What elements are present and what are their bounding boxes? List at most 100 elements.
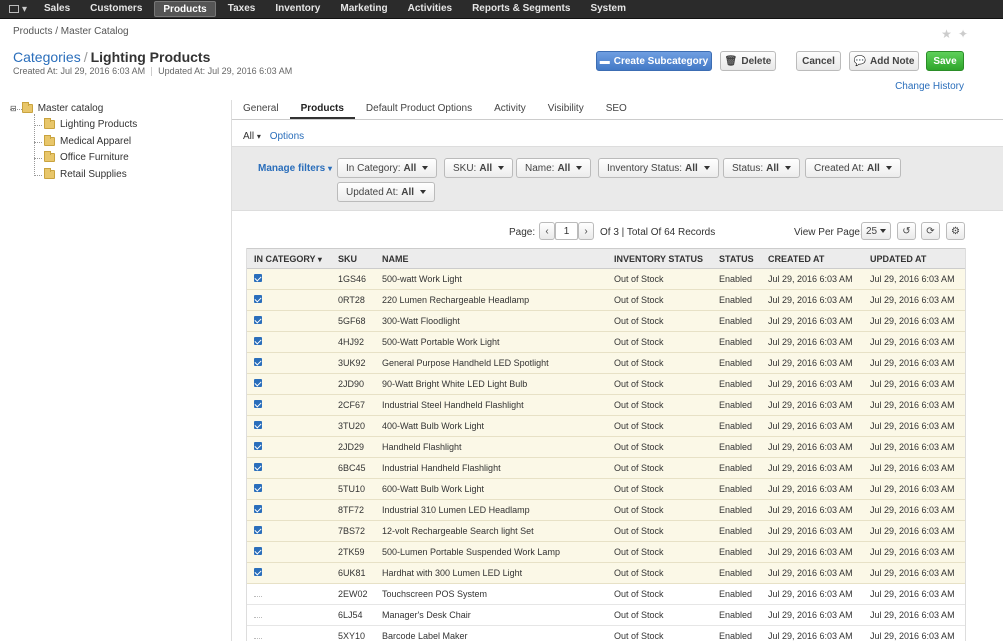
checkbox-checked-icon[interactable] (254, 568, 262, 576)
col-in-category[interactable]: IN CATEGORY ▾ (247, 248, 331, 269)
in-category-cell[interactable] (247, 352, 331, 374)
checkbox-checked-icon[interactable] (254, 442, 262, 450)
table-row[interactable]: 2TK59 500-Lumen Portable Suspended Work L… (247, 541, 965, 563)
tab-visibility[interactable]: Visibility (537, 99, 595, 119)
in-category-cell[interactable] (247, 478, 331, 500)
col-name[interactable]: NAME (375, 248, 607, 269)
table-row[interactable]: 5TU10 600-Watt Bulb Work Light Out of Stoc… (247, 478, 965, 500)
table-row[interactable]: 8TF72 Industrial 310 Lumen LED Headlamp Ou… (247, 499, 965, 521)
page-input[interactable]: 1 (555, 222, 578, 240)
in-category-cell[interactable] (247, 457, 331, 479)
save-button[interactable]: Save (926, 51, 964, 71)
nav-item-reports-segments[interactable]: Reports & Segments (464, 1, 578, 17)
filter-sku[interactable]: SKU: All (444, 158, 514, 178)
checkbox-checked-icon[interactable] (254, 316, 262, 324)
prev-page-button[interactable]: ‹ (539, 222, 555, 240)
tab-seo[interactable]: SEO (595, 99, 638, 119)
nav-item-products[interactable]: Products (154, 1, 216, 17)
table-row[interactable]: 5XY10 Barcode Label Maker Out of Stock Enab… (247, 625, 965, 641)
in-category-cell[interactable] (247, 541, 331, 563)
tree-item-medical-apparel[interactable]: Medical Apparel (44, 135, 131, 147)
checkbox-checked-icon[interactable] (254, 274, 262, 282)
in-category-cell[interactable] (247, 394, 331, 416)
grid-settings-button[interactable]: ⚙ (946, 222, 965, 240)
table-row[interactable]: 2JD90 90-Watt Bright White LED Light Bulb… (247, 373, 965, 395)
nav-item-marketing[interactable]: Marketing (332, 1, 395, 17)
add-note-button[interactable]: 💬 Add Note (849, 51, 919, 71)
tab-activity[interactable]: Activity (483, 99, 537, 119)
col-created-at[interactable]: CREATED AT (761, 248, 863, 269)
table-row[interactable]: 7BS72 12-volt Rechargeable Search light S… (247, 520, 965, 542)
checkbox-checked-icon[interactable] (254, 400, 262, 408)
nav-item-inventory[interactable]: Inventory (267, 1, 328, 17)
in-category-cell[interactable] (247, 436, 331, 458)
table-row[interactable]: 6LJ54 Manager's Desk Chair Out of Stock Ena… (247, 604, 965, 626)
nav-item-sales[interactable]: Sales (36, 1, 78, 17)
refresh-button[interactable]: ⟳ (921, 222, 940, 240)
tab-general[interactable]: General (232, 99, 290, 119)
manage-filters-dropdown[interactable]: Manage filters ▾ (258, 163, 332, 174)
pin-icon[interactable]: ✦ (958, 27, 968, 41)
checkbox-empty-icon[interactable] (254, 596, 262, 597)
checkbox-checked-icon[interactable] (254, 295, 262, 303)
filter-created-at[interactable]: Created At: All (805, 158, 901, 178)
cancel-button[interactable]: Cancel (796, 51, 841, 71)
col-updated-at[interactable]: UPDATED AT (863, 248, 965, 269)
in-category-cell[interactable] (247, 268, 331, 290)
in-category-cell[interactable] (247, 625, 331, 641)
in-category-cell[interactable] (247, 310, 331, 332)
dashboard-menu-button[interactable]: ▾ (0, 0, 36, 19)
checkbox-checked-icon[interactable] (254, 505, 262, 513)
tree-toggle-icon[interactable]: ⊟ (10, 104, 17, 113)
table-row[interactable]: 3UK92 General Purpose Handheld LED Spotli… (247, 352, 965, 374)
reset-button[interactable]: ↺ (897, 222, 916, 240)
checkbox-checked-icon[interactable] (254, 379, 262, 387)
per-page-select[interactable]: 25 (861, 222, 891, 240)
table-row[interactable]: 3TU20 400-Watt Bulb Work Light Out of Stoc… (247, 415, 965, 437)
checkbox-checked-icon[interactable] (254, 484, 262, 492)
table-row[interactable]: 1GS46 500-watt Work Light Out of Stock Enab… (247, 268, 965, 290)
table-row[interactable]: 2EW02 Touchscreen POS System Out of Stock E… (247, 583, 965, 605)
checkbox-checked-icon[interactable] (254, 463, 262, 471)
col-inventory-status[interactable]: INVENTORY STATUS (607, 248, 712, 269)
checkbox-checked-icon[interactable] (254, 421, 262, 429)
filter-updated-at[interactable]: Updated At: All (337, 182, 436, 202)
tree-item-office-furniture[interactable]: Office Furniture (44, 151, 129, 163)
nav-item-customers[interactable]: Customers (82, 1, 150, 17)
create-subcategory-button[interactable]: ▬ Create Subcategory (596, 51, 712, 71)
in-category-cell[interactable] (247, 415, 331, 437)
in-category-cell[interactable] (247, 373, 331, 395)
all-views-dropdown[interactable]: All ▾ (243, 131, 261, 142)
in-category-cell[interactable] (247, 499, 331, 521)
checkbox-checked-icon[interactable] (254, 337, 262, 345)
table-row[interactable]: 6BC45 Industrial Handheld Flashlight Out o… (247, 457, 965, 479)
in-category-cell[interactable] (247, 583, 331, 605)
tab-default-product-options[interactable]: Default Product Options (355, 99, 483, 119)
in-category-cell[interactable] (247, 520, 331, 542)
checkbox-checked-icon[interactable] (254, 547, 262, 555)
filter-name[interactable]: Name: All (516, 158, 592, 178)
table-row[interactable]: 0RT28 220 Lumen Rechargeable Headlamp Out … (247, 289, 965, 311)
checkbox-checked-icon[interactable] (254, 526, 262, 534)
nav-item-system[interactable]: System (582, 1, 634, 17)
checkbox-empty-icon[interactable] (254, 617, 262, 618)
in-category-cell[interactable] (247, 289, 331, 311)
star-icon[interactable]: ★ (941, 27, 952, 41)
filter-inventory-status[interactable]: Inventory Status: All (598, 158, 719, 178)
col-sku[interactable]: SKU (331, 248, 375, 269)
in-category-cell[interactable] (247, 331, 331, 353)
tree-root[interactable]: ⊟ Master catalog (10, 102, 103, 114)
change-history-link[interactable]: Change History (895, 81, 964, 92)
checkbox-checked-icon[interactable] (254, 358, 262, 366)
options-link[interactable]: Options (270, 131, 304, 142)
nav-item-activities[interactable]: Activities (400, 1, 460, 17)
categories-link[interactable]: Categories (13, 49, 81, 65)
delete-button[interactable]: 🗑 Delete (720, 51, 776, 71)
nav-item-taxes[interactable]: Taxes (220, 1, 264, 17)
table-row[interactable]: 2CF67 Industrial Steel Handheld Flashligh… (247, 394, 965, 416)
tree-item-retail-supplies[interactable]: Retail Supplies (44, 168, 127, 180)
col-status[interactable]: STATUS (712, 248, 761, 269)
filter-in-category[interactable]: In Category: All (337, 158, 438, 178)
tab-products[interactable]: Products (289, 99, 355, 119)
table-row[interactable]: 4HJ92 500-Watt Portable Work Light Out of … (247, 331, 965, 353)
